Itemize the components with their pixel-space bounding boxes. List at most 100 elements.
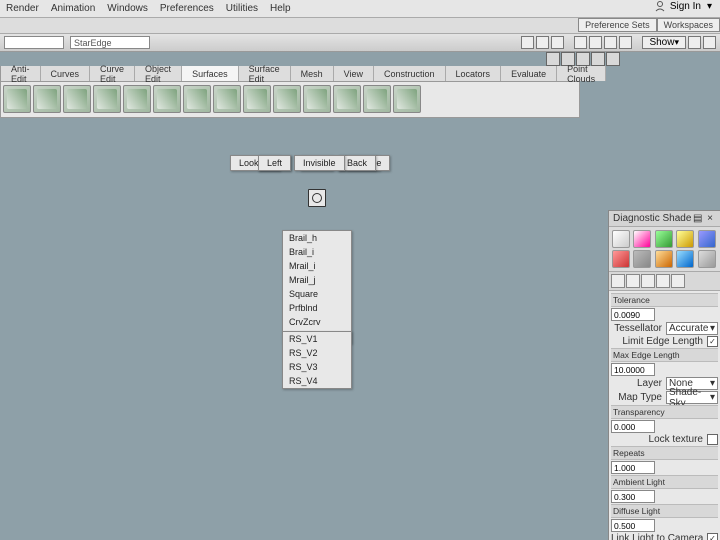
layout-single-icon[interactable]	[521, 36, 534, 49]
tab-mesh[interactable]: Mesh	[291, 66, 334, 81]
tab-object-edit[interactable]: Object Edit	[135, 66, 182, 81]
shade-swatch-3[interactable]	[676, 230, 694, 248]
menu-windows[interactable]: Windows	[107, 3, 148, 14]
palette-tool-13[interactable]	[393, 85, 421, 113]
shade-swatch-1[interactable]	[633, 230, 651, 248]
pt-icon-3[interactable]	[641, 274, 655, 288]
shade-swatch-2[interactable]	[655, 230, 673, 248]
shade-swatch-8[interactable]	[676, 250, 694, 268]
max-edge-input[interactable]	[611, 363, 655, 376]
limit-edge-checkbox[interactable]: ✓	[707, 336, 718, 347]
palette-tool-11[interactable]	[333, 85, 361, 113]
palette-tool-12[interactable]	[363, 85, 391, 113]
locktex-checkbox[interactable]	[707, 434, 718, 445]
mm-item-square[interactable]: Square	[283, 287, 351, 301]
tab-point-clouds[interactable]: Point Clouds	[557, 66, 606, 81]
palette-tool-0[interactable]	[3, 85, 31, 113]
palette-tool-6[interactable]	[183, 85, 211, 113]
mm-item-rs_v2[interactable]: RS_V2	[283, 346, 351, 360]
pt-icon-2[interactable]	[626, 274, 640, 288]
pt-icon-5[interactable]	[671, 274, 685, 288]
menu-help[interactable]: Help	[270, 3, 291, 14]
panel-toolbar	[609, 272, 720, 291]
menu-render[interactable]: Render	[6, 3, 39, 14]
ambient-input[interactable]	[611, 490, 655, 503]
sign-in-button[interactable]: Sign In ▾	[654, 0, 712, 12]
max-edge-label: Max Edge Length	[611, 348, 718, 362]
palette-tool-1[interactable]	[33, 85, 61, 113]
mm-item-mrail_j[interactable]: Mrail_j	[283, 273, 351, 287]
shade-swatch-9[interactable]	[698, 250, 716, 268]
tab-locators[interactable]: Locators	[446, 66, 502, 81]
menu-preferences[interactable]: Preferences	[160, 3, 214, 14]
extra-1-icon[interactable]	[688, 36, 701, 49]
menu-utilities[interactable]: Utilities	[226, 3, 258, 14]
shade-swatch-4[interactable]	[698, 230, 716, 248]
shelf-field-1[interactable]	[4, 36, 64, 49]
diagnostic-shade-panel: Diagnostic Shade ▤ × Tolerance Tessellat…	[608, 210, 720, 540]
tab-surface-edit[interactable]: Surface Edit	[239, 66, 291, 81]
palette-tool-5[interactable]	[153, 85, 181, 113]
panel-title-bar[interactable]: Diagnostic Shade ▤ ×	[609, 211, 720, 227]
tolerance-input[interactable]	[611, 308, 655, 321]
pt-icon-4[interactable]	[656, 274, 670, 288]
mm-list-1: Brail_hBrail_iMrail_iMrail_jSquarePrfbln…	[282, 230, 352, 344]
tab-curves[interactable]: Curves	[41, 66, 91, 81]
diffuse-input[interactable]	[611, 519, 655, 532]
shade-swatch-7[interactable]	[655, 250, 673, 268]
tessellator-select[interactable]: Accurate▾	[666, 322, 718, 335]
close-icon[interactable]: ×	[704, 213, 716, 224]
menu-animation[interactable]: Animation	[51, 3, 95, 14]
chevron-down-icon: ▾	[710, 392, 715, 403]
mm-item-mrail_i[interactable]: Mrail_i	[283, 259, 351, 273]
palette-tool-9[interactable]	[273, 85, 301, 113]
tab-construction[interactable]: Construction	[374, 66, 446, 81]
palette: Anti-EditCurvesCurve EditObject EditSurf…	[0, 66, 580, 118]
pt-icon-1[interactable]	[611, 274, 625, 288]
mm-cursor-icon	[308, 189, 326, 207]
vp-btn-1[interactable]	[546, 52, 560, 66]
preference-sets-button[interactable]: Preference Sets	[578, 18, 657, 32]
mm-item-rs_v1[interactable]: RS_V1	[283, 332, 351, 346]
workspaces-button[interactable]: Workspaces	[657, 18, 720, 32]
shelf-field-2[interactable]	[70, 36, 150, 49]
mm-item-brail_i[interactable]: Brail_i	[283, 245, 351, 259]
palette-tool-7[interactable]	[213, 85, 241, 113]
mm-item-rs_v4[interactable]: RS_V4	[283, 374, 351, 388]
mm-invisible[interactable]: Invisible	[294, 155, 345, 171]
palette-tool-10[interactable]	[303, 85, 331, 113]
repeats-input[interactable]	[611, 461, 655, 474]
tab-view[interactable]: View	[334, 66, 374, 81]
shade-swatch-6[interactable]	[633, 250, 651, 268]
toggle-a-icon[interactable]	[574, 36, 587, 49]
mm-left[interactable]: Left	[258, 155, 291, 171]
palette-tool-3[interactable]	[93, 85, 121, 113]
transparency-input[interactable]	[611, 420, 655, 433]
shade-swatch-0[interactable]	[612, 230, 630, 248]
layout-grid-icon[interactable]	[536, 36, 549, 49]
panel-opts-icon[interactable]: ▤	[692, 213, 704, 224]
vp-btn-5[interactable]	[606, 52, 620, 66]
tab-surfaces[interactable]: Surfaces	[182, 66, 239, 81]
maptype-label: Map Type	[611, 392, 664, 403]
mm-item-brail_h[interactable]: Brail_h	[283, 231, 351, 245]
palette-tool-8[interactable]	[243, 85, 271, 113]
palette-tool-2[interactable]	[63, 85, 91, 113]
tab-anti-edit[interactable]: Anti-Edit	[1, 66, 41, 81]
mm-item-prfblnd[interactable]: Prfblnd	[283, 301, 351, 315]
linklight-checkbox[interactable]: ✓	[707, 533, 718, 540]
toggle-b-icon[interactable]	[589, 36, 602, 49]
shade-swatch-5[interactable]	[612, 250, 630, 268]
show-menu-button[interactable]: Show ▾	[642, 36, 686, 49]
layout-3-icon[interactable]	[551, 36, 564, 49]
toggle-d-icon[interactable]	[619, 36, 632, 49]
toggle-c-icon[interactable]	[604, 36, 617, 49]
palette-tabs: Anti-EditCurvesCurve EditObject EditSurf…	[1, 66, 579, 82]
tab-evaluate[interactable]: Evaluate	[501, 66, 557, 81]
palette-tool-4[interactable]	[123, 85, 151, 113]
extra-2-icon[interactable]	[703, 36, 716, 49]
mm-item-rs_v3[interactable]: RS_V3	[283, 360, 351, 374]
maptype-select[interactable]: Shade-Sky▾	[666, 391, 718, 404]
tab-curve-edit[interactable]: Curve Edit	[90, 66, 135, 81]
mm-item-crvzcrv[interactable]: CrvZcrv	[283, 315, 351, 329]
